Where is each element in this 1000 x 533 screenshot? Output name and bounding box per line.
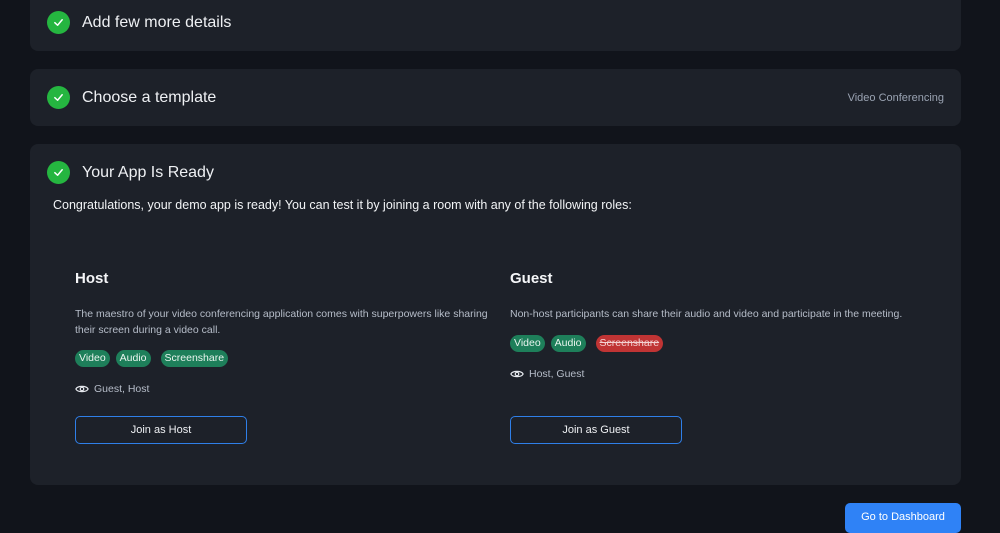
step-title: Your App Is Ready	[82, 163, 214, 181]
role-card-guest: Guest Non-host participants can share th…	[510, 270, 930, 380]
intro-text: Congratulations, your demo app is ready!…	[53, 198, 632, 212]
step-card-app-ready: Your App Is Ready Congratulations, your …	[30, 144, 961, 485]
role-description: Non-host participants can share their au…	[510, 308, 903, 320]
role-title: Host	[75, 270, 109, 287]
visible-to: Guest, Host	[75, 383, 495, 395]
role-title: Guest	[510, 270, 553, 287]
selected-template: Video Conferencing	[847, 92, 944, 104]
eye-icon	[75, 385, 89, 393]
role-card-host: Host The maestro of your video conferenc…	[75, 270, 495, 395]
join-as-guest-button[interactable]: Join as Guest	[510, 416, 682, 444]
visible-to-roles: Host, Guest	[529, 367, 585, 380]
permission-pill-audio: Audio	[115, 350, 151, 367]
permission-pills: Video Audio Screenshare	[510, 334, 930, 352]
permission-pill-video: Video	[510, 334, 545, 352]
check-circle-icon	[47, 11, 70, 34]
step-card-template[interactable]: Choose a template Video Conferencing	[30, 69, 961, 126]
visible-to: Host, Guest	[510, 368, 930, 380]
step-title: Add few more details	[82, 13, 232, 31]
eye-icon	[510, 370, 524, 377]
visible-to-roles: Guest, Host	[94, 383, 150, 395]
permission-pill-screenshare-disabled: Screenshare	[595, 334, 664, 352]
permission-pill-audio: Audio	[550, 334, 586, 352]
permission-pill-video: Video	[75, 350, 110, 367]
role-description: The maestro of your video conferencing a…	[75, 308, 488, 336]
permission-pills: Video Audio Screenshare	[75, 350, 495, 367]
check-circle-icon	[47, 161, 70, 184]
check-circle-icon	[47, 86, 70, 109]
permission-pill-screenshare: Screenshare	[160, 350, 229, 367]
step-title: Choose a template	[82, 88, 217, 106]
step-card-details[interactable]: Add few more details	[30, 0, 961, 51]
join-as-host-button[interactable]: Join as Host	[75, 416, 247, 444]
